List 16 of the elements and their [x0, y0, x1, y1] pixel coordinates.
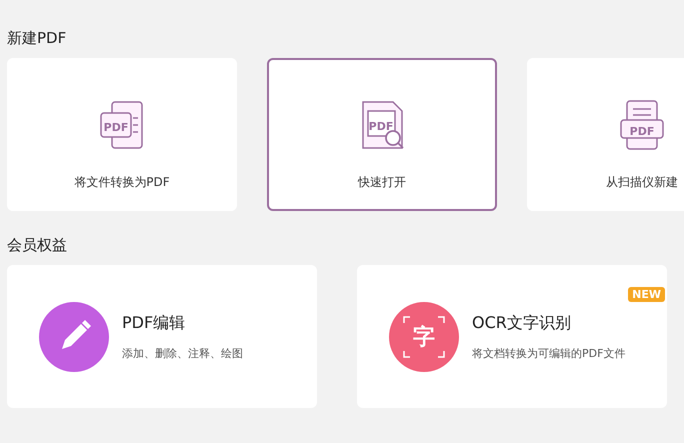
feature-card[interactable]: PDF编辑 添加、删除、注释、绘图 [7, 265, 317, 408]
new-badge: NEW [628, 287, 665, 302]
feature-card[interactable]: 字 OCR文字识别 将文档转换为可编辑的PDF文件 NEW [357, 265, 667, 408]
card-label: 将文件转换为PDF [74, 174, 170, 191]
section-title: 会员权益 [7, 235, 67, 255]
action-card[interactable]: PDF 快速打开 [267, 58, 497, 211]
feature-title: PDF编辑 [122, 312, 186, 334]
feature-description: 将文档转换为可编辑的PDF文件 [472, 346, 626, 360]
card-label: 从扫描仪新建 [606, 174, 678, 191]
text-recognition-icon: 字 [389, 302, 459, 372]
action-card[interactable]: PDF 从扫描仪新建 [527, 58, 684, 211]
action-card[interactable]: PDF 将文件转换为PDF [7, 58, 237, 211]
feature-description: 添加、删除、注释、绘图 [122, 346, 243, 360]
section-title: 新建PDF [7, 28, 66, 48]
feature-title: OCR文字识别 [472, 312, 571, 334]
card-label: 快速打开 [358, 174, 406, 191]
